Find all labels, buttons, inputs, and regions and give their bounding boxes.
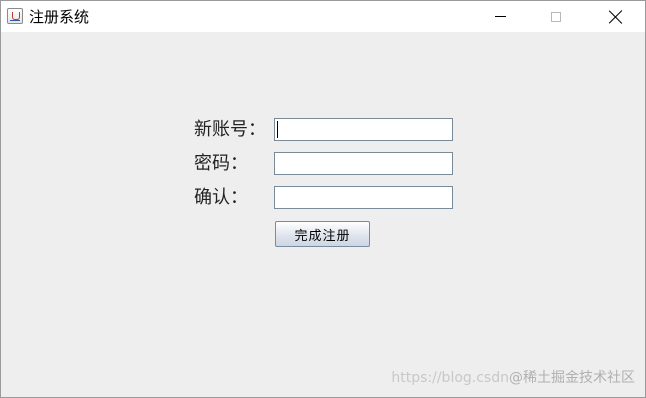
password-input[interactable] xyxy=(274,152,453,175)
java-app-icon xyxy=(7,8,23,24)
maximize-icon xyxy=(551,11,561,22)
register-window: 注册系统 新账号： 密码： 确认： 完成注册 https://blog.csdn… xyxy=(0,0,646,398)
watermark-url: https://blog.csdn xyxy=(391,370,509,386)
account-input[interactable] xyxy=(274,118,453,141)
close-icon xyxy=(609,10,623,24)
window-title: 注册系统 xyxy=(29,8,90,26)
minimize-icon xyxy=(494,16,506,17)
minimize-button[interactable] xyxy=(477,1,523,32)
confirm-label: 确认： xyxy=(194,187,248,208)
close-button[interactable] xyxy=(593,1,639,32)
maximize-button[interactable] xyxy=(533,1,579,32)
password-label: 密码： xyxy=(194,153,248,174)
watermark-brand: @稀土掘金技术社区 xyxy=(509,370,635,386)
confirm-password-input[interactable] xyxy=(274,186,453,209)
account-label: 新账号： xyxy=(194,119,266,140)
watermark: https://blog.csdn@稀土掘金技术社区 xyxy=(391,367,635,387)
text-caret xyxy=(277,121,278,138)
complete-registration-button[interactable]: 完成注册 xyxy=(275,221,370,247)
title-bar[interactable]: 注册系统 xyxy=(1,1,645,32)
